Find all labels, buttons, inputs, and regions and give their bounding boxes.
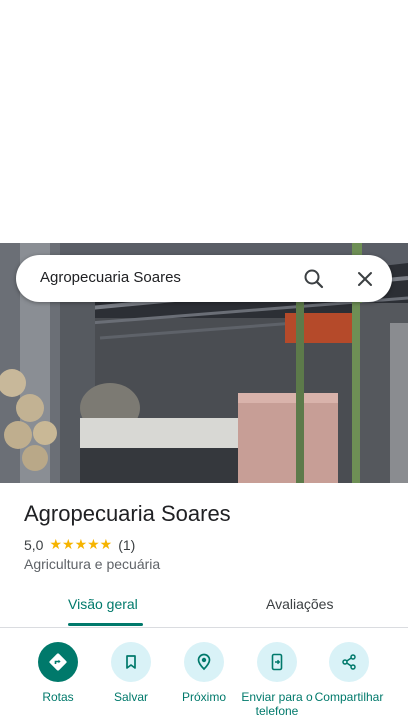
bookmark-icon [111,642,151,682]
directions-icon [38,642,78,682]
rating-value: 5,0 [24,536,44,553]
place-title: Agropecuaria Soares [24,501,231,526]
review-count: (1) [118,536,136,553]
place-category: Agricultura e pecuária [24,556,161,572]
map-area [0,0,408,243]
nearby-icon [184,642,224,682]
nearby-label: Próximo [181,690,226,704]
search-icon[interactable] [302,267,326,291]
send-to-phone-icon [257,642,297,682]
save-button[interactable]: Salvar [91,642,171,704]
send-to-phone-label: Enviar para o telefone [241,690,313,718]
share-button[interactable]: Compartilhar [309,642,389,704]
active-tab-indicator [68,623,143,626]
nearby-button[interactable]: Próximo [164,642,244,704]
save-label: Salvar [113,690,148,704]
tab-overview[interactable]: Visão geral [68,596,138,612]
star-rating-icon: ★★★★★ [49,536,113,552]
send-to-phone-button[interactable]: Enviar para o telefone [237,642,317,718]
share-label: Compartilhar [314,690,384,704]
tab-reviews[interactable]: Avaliações [266,596,333,612]
directions-label: Rotas [42,690,74,704]
share-icon [329,642,369,682]
search-bar[interactable]: Agropecuaria Soares [16,255,392,302]
rating-row[interactable]: 5,0 ★★★★★ (1) [24,536,135,553]
tabs-divider [0,627,408,628]
close-icon[interactable] [353,267,377,291]
search-input[interactable]: Agropecuaria Soares [40,269,181,286]
directions-button[interactable]: Rotas [18,642,98,704]
